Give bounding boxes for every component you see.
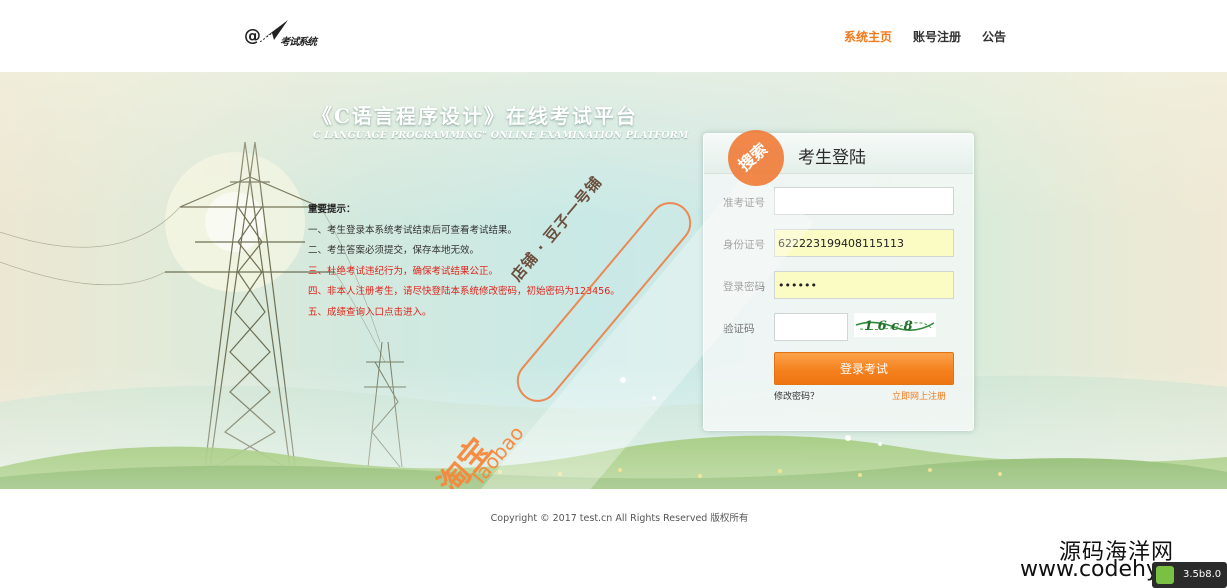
site-header: @ 考试系统 系统主页 账号注册 公告	[0, 0, 1227, 72]
platform-subtitle: C LANGUAGE PROGRAMMING" ONLINE EXAMINATI…	[313, 130, 689, 141]
leaf-icon	[1156, 566, 1174, 584]
nav-register[interactable]: 账号注册	[913, 28, 961, 45]
logo[interactable]: @ 考试系统	[244, 18, 336, 50]
exam-number-input[interactable]	[774, 187, 954, 215]
platform-title: 《C语言程序设计》在线考试平台	[312, 104, 638, 128]
captcha-image[interactable]: 1 6 c 8	[854, 313, 936, 337]
login-title: 考生登陆	[798, 148, 866, 168]
copyright-text: Copyright © 2017 test.cn All Rights Rese…	[490, 513, 749, 524]
register-now-link[interactable]: 立即网上注册	[892, 389, 946, 402]
captcha-input[interactable]	[774, 313, 848, 341]
captcha-text: 1 6 c 8	[864, 319, 913, 334]
change-password-link[interactable]: 修改密码？	[774, 389, 819, 402]
hero-banner: 《C语言程序设计》在线考试平台 C LANGUAGE PROGRAMMING" …	[0, 72, 1227, 489]
password-input[interactable]	[774, 271, 954, 299]
notice-title: 重要提示：	[308, 204, 356, 215]
logo-at-mark: @	[244, 26, 261, 46]
corner-badge-text: 3.5b8.0	[1183, 569, 1222, 580]
nav-home[interactable]: 系统主页	[844, 28, 892, 45]
nav-announcement[interactable]: 公告	[982, 28, 1006, 45]
logo-text: 考试系统	[280, 37, 317, 48]
login-submit-button[interactable]: 登录考试	[774, 352, 954, 385]
